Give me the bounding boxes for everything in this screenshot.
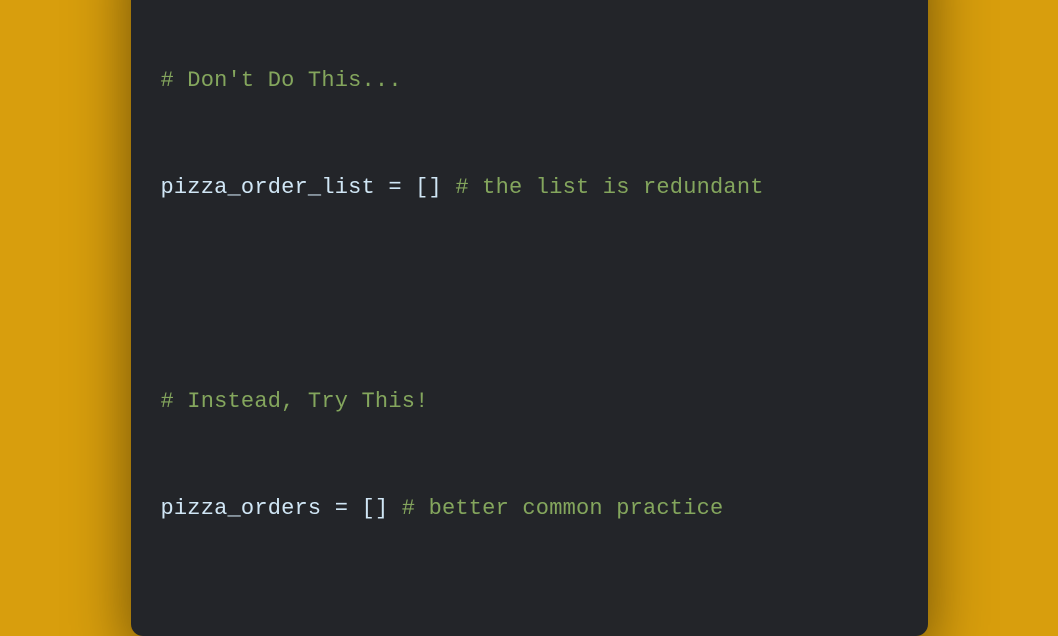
space: [442, 175, 455, 200]
variable-name: pizza_orders: [161, 496, 322, 521]
comment-text: # Instead, Try This!: [161, 389, 429, 414]
bracket: []: [362, 496, 389, 521]
comment-text: # Don't Do This...: [161, 68, 402, 93]
space: [388, 496, 401, 521]
operator: =: [321, 496, 361, 521]
code-line-2: pizza_order_list = [] # the list is redu…: [161, 170, 898, 206]
comment-text: # the list is redundant: [455, 175, 763, 200]
blank-line: [161, 277, 898, 313]
variable-name: pizza_order_list: [161, 175, 375, 200]
code-window: # Don't Do This... pizza_order_list = []…: [131, 0, 928, 636]
comment-text: # better common practice: [402, 496, 724, 521]
code-line-1: # Don't Do This...: [161, 63, 898, 99]
bracket: []: [415, 175, 442, 200]
code-line-4: pizza_orders = [] # better common practi…: [161, 491, 898, 527]
code-block: # Don't Do This... pizza_order_list = []…: [161, 0, 898, 598]
code-line-3: # Instead, Try This!: [161, 384, 898, 420]
operator: =: [375, 175, 415, 200]
